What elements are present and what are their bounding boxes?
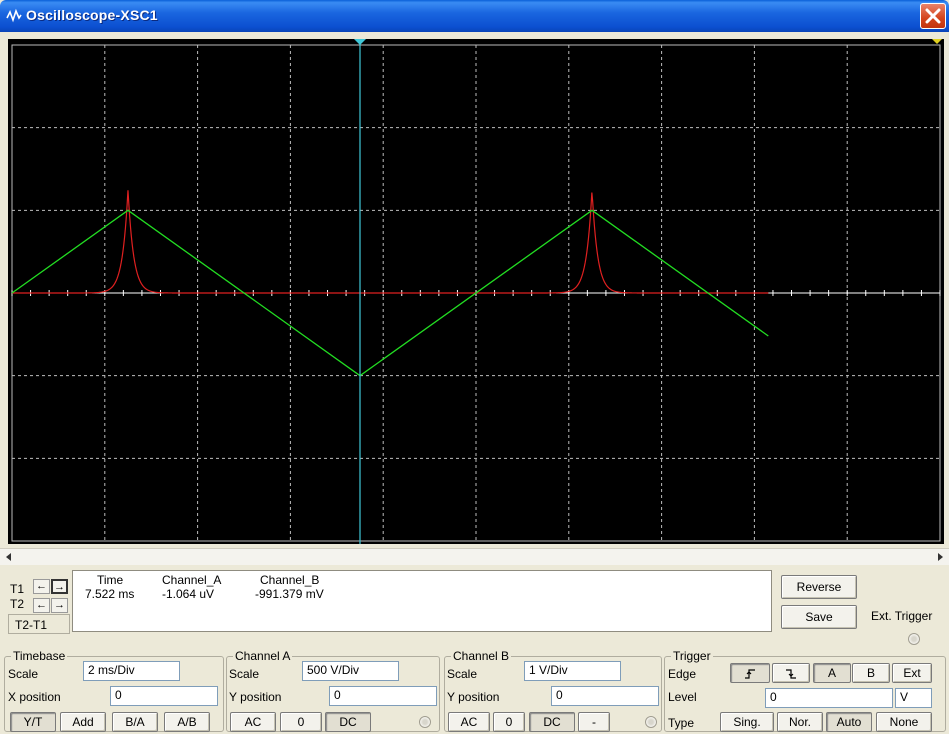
arrow-left-icon: ← xyxy=(36,580,47,592)
edge-falling-button[interactable] xyxy=(772,663,810,683)
trigger-level-field[interactable]: 0 xyxy=(765,688,893,708)
trigger-source-b-button[interactable]: B xyxy=(852,663,890,683)
timebase-title: Timebase xyxy=(11,649,68,663)
cursor-t1-marker xyxy=(354,39,366,45)
trigger-auto-button[interactable]: Auto xyxy=(826,712,872,732)
title-bar: Oscilloscope-XSC1 xyxy=(0,0,949,32)
t2t1-box: T2-T1 xyxy=(8,614,70,634)
t2t1-label: T2-T1 xyxy=(15,618,48,632)
readout-header-channel-b: Channel_B xyxy=(260,573,320,587)
rising-edge-icon xyxy=(745,669,755,679)
trigger-level-label: Level xyxy=(668,690,697,704)
t1-label: T1 xyxy=(10,582,25,596)
trigger-normal-button[interactable]: Nor. xyxy=(777,712,823,732)
timebase-scale-label: Scale xyxy=(8,667,39,681)
channel-b-terminal[interactable] xyxy=(645,716,657,728)
readout-channel-b-value: -991.379 mV xyxy=(255,587,324,601)
trigger-edge-label: Edge xyxy=(668,667,697,681)
channel-a-ac-button[interactable]: AC xyxy=(230,712,276,732)
cursor-t2-marker xyxy=(932,39,942,44)
ext-trigger-label: Ext. Trigger xyxy=(871,609,933,623)
channel-b-title: Channel B xyxy=(451,649,512,663)
channel-a-dc-button[interactable]: DC xyxy=(325,712,371,732)
channel-b-ypos-label: Y position xyxy=(447,690,500,704)
arrow-left-icon: ← xyxy=(36,599,47,611)
x-position-field[interactable]: 0 xyxy=(110,686,218,706)
readout-channel-a-value: -1.064 uV xyxy=(162,587,215,601)
reverse-button[interactable]: Reverse xyxy=(781,575,857,599)
trigger-none-button[interactable]: None xyxy=(876,712,932,732)
channel-b-invert-button[interactable]: - xyxy=(578,712,610,732)
close-icon xyxy=(925,8,941,24)
window-title: Oscilloscope-XSC1 xyxy=(26,7,158,23)
timebase-scale-field[interactable]: 2 ms/Div xyxy=(83,661,180,681)
scroll-left-icon[interactable] xyxy=(3,551,15,563)
ext-trigger-terminal[interactable] xyxy=(908,633,920,645)
readout-header-channel-a: Channel_A xyxy=(162,573,222,587)
readout-time-value: 7.522 ms xyxy=(85,587,135,601)
channel-b-ac-button[interactable]: AC xyxy=(448,712,490,732)
trigger-source-ext-button[interactable]: Ext xyxy=(892,663,932,683)
scope-display xyxy=(8,39,944,544)
t2-label: T2 xyxy=(10,597,25,611)
horizontal-scrollbar[interactable] xyxy=(0,548,949,565)
trigger-type-label: Type xyxy=(668,716,695,730)
t1-left-button[interactable]: ← xyxy=(33,579,50,594)
channel-a-title: Channel A xyxy=(233,649,293,663)
channel-a-scale-label: Scale xyxy=(229,667,260,681)
t2-right-button[interactable]: → xyxy=(51,598,68,613)
mode-ab-button[interactable]: A/B xyxy=(164,712,210,732)
trigger-single-button[interactable]: Sing. xyxy=(720,712,774,732)
trigger-source-a-button[interactable]: A xyxy=(813,663,851,683)
scroll-right-icon[interactable] xyxy=(934,551,946,563)
channel-a-ypos-field[interactable]: 0 xyxy=(329,686,437,706)
t2-left-button[interactable]: ← xyxy=(33,598,50,613)
x-position-label: X position xyxy=(8,690,61,704)
trigger-title: Trigger xyxy=(671,649,713,663)
cursor-readout: Time Channel_A Channel_B 7.522 ms -1.064… xyxy=(72,570,772,632)
readout-header-time: Time xyxy=(97,573,124,587)
arrow-right-icon: → xyxy=(54,599,65,611)
save-button[interactable]: Save xyxy=(781,605,857,629)
channel-b-dc-button[interactable]: DC xyxy=(529,712,575,732)
mode-yt-button[interactable]: Y/T xyxy=(10,712,56,732)
channel-a-trace xyxy=(12,190,769,294)
arrow-right-icon: → xyxy=(54,581,65,593)
mode-ba-button[interactable]: B/A xyxy=(112,712,158,732)
channel-a-zero-button[interactable]: 0 xyxy=(280,712,322,732)
channel-b-zero-button[interactable]: 0 xyxy=(493,712,525,732)
trigger-level-unit[interactable]: V xyxy=(895,688,932,708)
channel-a-terminal[interactable] xyxy=(419,716,431,728)
mode-add-button[interactable]: Add xyxy=(60,712,106,732)
close-button[interactable] xyxy=(920,3,946,29)
falling-edge-icon xyxy=(786,669,796,679)
edge-rising-button[interactable] xyxy=(730,663,770,683)
scope-plot xyxy=(11,39,942,544)
channel-b-scale-label: Scale xyxy=(447,667,478,681)
channel-a-ypos-label: Y position xyxy=(229,690,282,704)
channel-a-scale-field[interactable]: 500 V/Div xyxy=(302,661,399,681)
oscilloscope-app-icon xyxy=(6,8,22,23)
channel-b-scale-field[interactable]: 1 V/Div xyxy=(524,661,621,681)
t1-right-button[interactable]: → xyxy=(51,579,68,594)
channel-b-ypos-field[interactable]: 0 xyxy=(551,686,659,706)
